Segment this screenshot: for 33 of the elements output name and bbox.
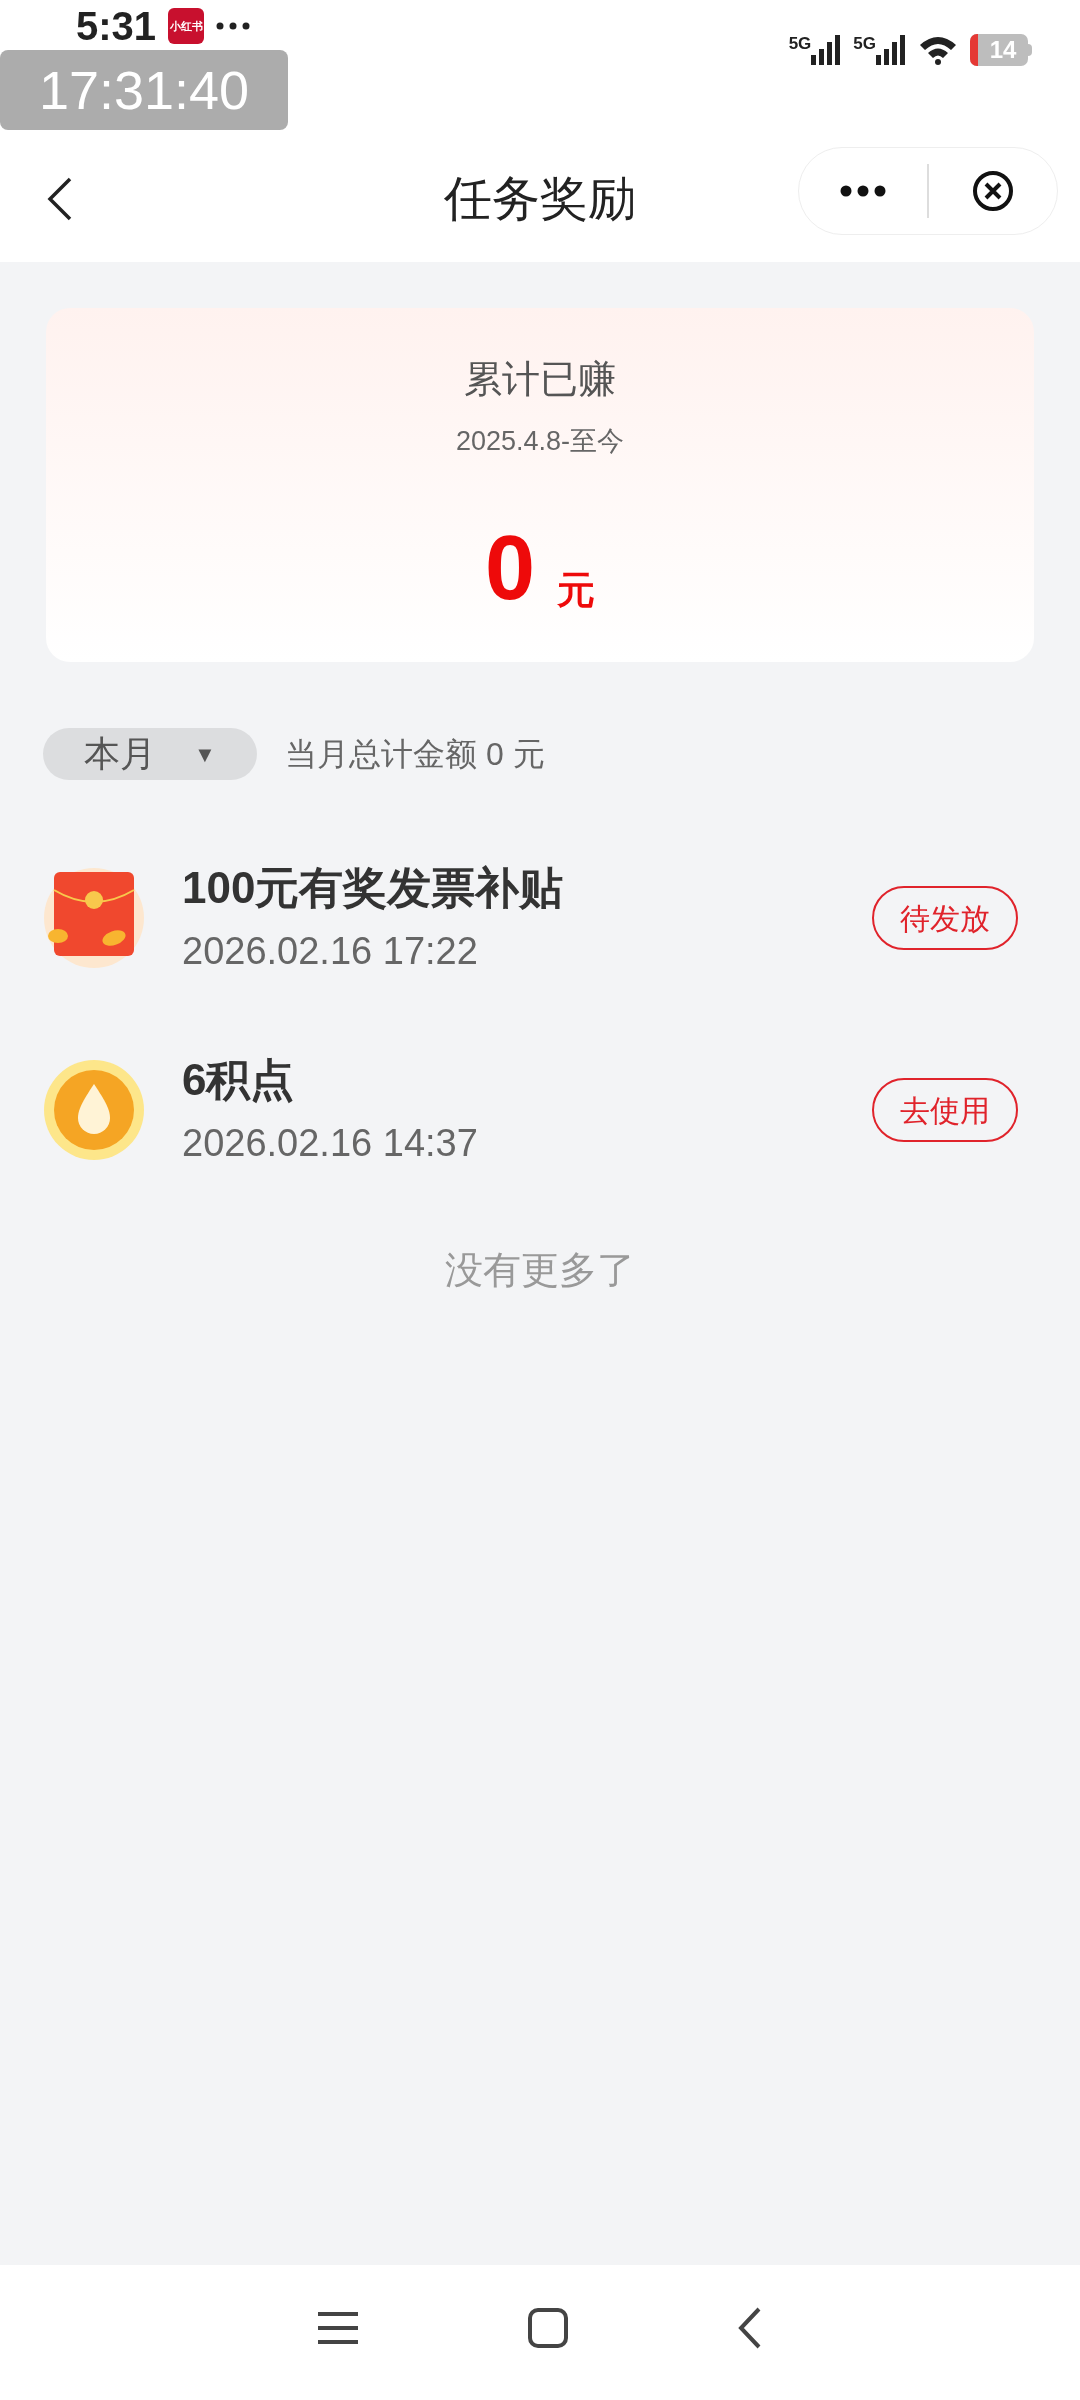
signal-icon: [876, 35, 906, 65]
network-type: 5G: [853, 35, 876, 52]
more-icon: [216, 22, 251, 30]
date-range: 2025.4.8-至今: [455, 428, 625, 455]
reward-title: 100元有奖发票补贴: [182, 866, 565, 910]
reward-title: 6积点: [182, 1058, 296, 1102]
reward-time: 2026.02.16 17:22: [182, 932, 479, 970]
earned-amount: 0: [484, 523, 536, 613]
app-badge: 小红书: [168, 8, 205, 44]
home-icon[interactable]: [528, 2307, 568, 2348]
coin-drop-icon: [42, 1058, 146, 1162]
more-icon: [840, 185, 886, 197]
reward-action-button[interactable]: 待发放: [872, 886, 1018, 950]
page-title: 任务奖励: [444, 174, 636, 223]
battery-level: 14: [988, 38, 1018, 62]
menu-icon[interactable]: [318, 2310, 358, 2345]
month-total: 当月总计金额 0 元: [285, 735, 545, 774]
card-title: 累计已赚: [464, 360, 616, 398]
close-icon: [971, 169, 1015, 213]
back-icon: [47, 175, 73, 222]
back-icon[interactable]: [738, 2306, 762, 2349]
reward-action-button[interactable]: 去使用: [872, 1078, 1018, 1142]
currency-unit: 元: [557, 571, 596, 609]
reward-time: 2026.02.16 14:37: [182, 1124, 479, 1162]
overlay-time: 17:31:40: [38, 63, 250, 117]
network-type: 5G: [788, 35, 812, 52]
month-dropdown[interactable]: 本月 ▼: [43, 728, 257, 780]
signal-icon: [811, 35, 842, 65]
envelope-icon: [42, 866, 146, 970]
status-time: 5:31: [76, 6, 157, 46]
wifi-icon: [918, 35, 958, 65]
battery-fill: [970, 34, 978, 66]
no-more-text: 没有更多了: [444, 1248, 636, 1293]
